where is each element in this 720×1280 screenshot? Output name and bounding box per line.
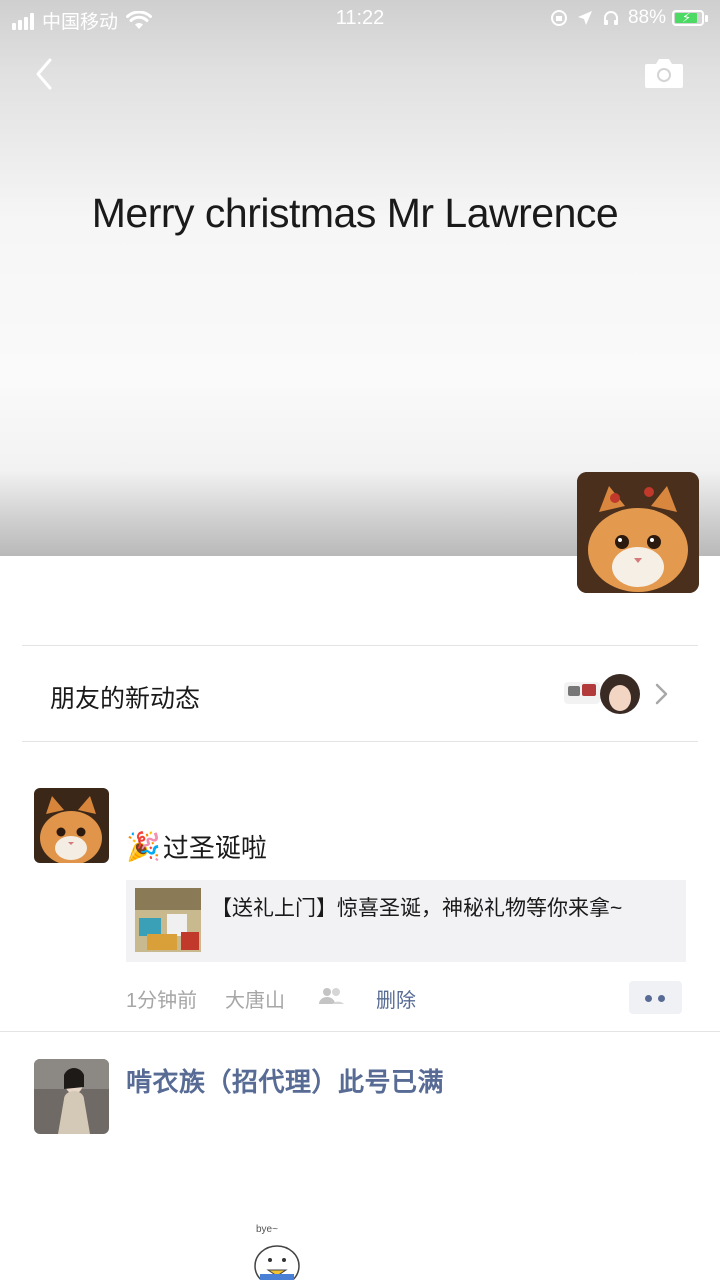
friends-visible-icon bbox=[319, 988, 344, 1004]
delete-button[interactable]: 删除 bbox=[376, 984, 416, 1013]
more-dots-icon bbox=[645, 995, 652, 1002]
post-time: 1分钟前 bbox=[126, 990, 198, 1012]
link-title: 【送礼上门】惊喜圣诞，神秘礼物等你来拿~ bbox=[211, 897, 623, 920]
battery-percent: 88% bbox=[627, 7, 666, 28]
link-thumbnail bbox=[135, 888, 201, 952]
more-button[interactable] bbox=[629, 981, 682, 1014]
location-arrow-icon bbox=[577, 11, 592, 25]
camera-button[interactable] bbox=[644, 56, 684, 90]
divider bbox=[0, 1031, 720, 1032]
post-body: 过圣诞啦 bbox=[162, 833, 267, 863]
friends-updates-label: 朋友的新动态 bbox=[50, 685, 201, 713]
rotation-lock-icon bbox=[550, 10, 567, 26]
profile-avatar[interactable] bbox=[577, 472, 699, 593]
cover-title: Merry christmas Mr Lawrence bbox=[91, 190, 619, 236]
party-popper-icon: 🎉 bbox=[126, 831, 161, 862]
chevron-right-icon bbox=[655, 683, 668, 705]
post-avatar[interactable] bbox=[34, 1059, 109, 1134]
post-author-name[interactable]: 啃衣族（招代理）此号已满 bbox=[126, 1062, 444, 1099]
headphones-icon bbox=[603, 11, 618, 25]
back-button[interactable] bbox=[30, 55, 62, 93]
sticker-image: bye~ bbox=[254, 1224, 300, 1280]
post-location[interactable]: 大唐山 bbox=[225, 984, 285, 1013]
battery-icon: ⚡ bbox=[672, 10, 704, 26]
status-bar: 中国移动 11:22 88% ⚡ bbox=[0, 0, 720, 38]
friends-updates-avatars bbox=[564, 674, 640, 714]
divider bbox=[22, 741, 698, 742]
link-card[interactable]: 【送礼上门】惊喜圣诞，神秘礼物等你来拿~ bbox=[126, 880, 686, 962]
svg-text:bye~: bye~ bbox=[256, 1224, 278, 1235]
post-avatar[interactable] bbox=[34, 788, 109, 863]
post-text: 🎉 过圣诞啦 bbox=[126, 828, 267, 865]
